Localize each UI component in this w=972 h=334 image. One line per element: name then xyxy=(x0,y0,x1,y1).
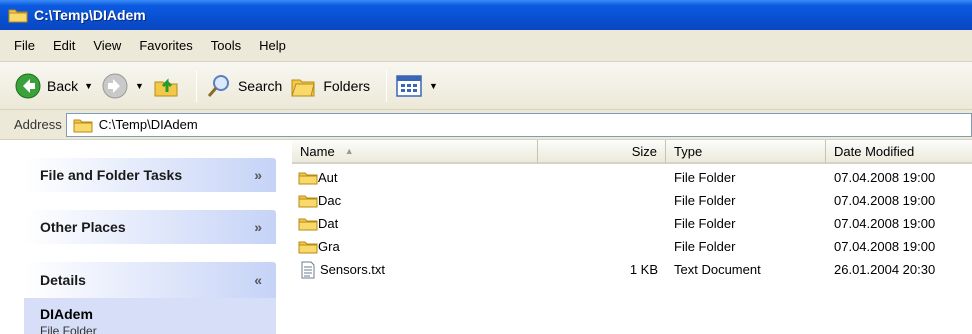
file-type: File Folder xyxy=(674,216,736,231)
file-name: Dat xyxy=(318,216,339,231)
forward-dropdown-icon[interactable]: ▼ xyxy=(135,81,144,91)
search-button[interactable]: Search xyxy=(205,72,282,100)
details-body: DIAdem File Folder xyxy=(24,298,276,334)
file-name: Gra xyxy=(318,239,340,254)
file-date: 07.04.2008 19:00 xyxy=(834,170,936,185)
file-name: Aut xyxy=(318,170,338,185)
folder-icon xyxy=(73,119,93,132)
folders-button[interactable]: Folders xyxy=(290,72,370,100)
file-row[interactable]: Dac File Folder 07.04.2008 19:00 xyxy=(292,189,972,212)
column-type-label: Type xyxy=(674,143,703,159)
expand-chevron-icon[interactable]: » xyxy=(254,167,262,183)
file-row[interactable]: Sensors.txt 1 KB Text Document 26.01.200… xyxy=(292,258,972,281)
window-title: C:\Temp\DIAdem xyxy=(34,7,146,23)
menu-tools[interactable]: Tools xyxy=(211,38,241,53)
views-icon xyxy=(396,74,422,97)
forward-button[interactable]: ▼ xyxy=(101,72,144,100)
file-date: 07.04.2008 19:00 xyxy=(834,216,936,231)
up-folder-button[interactable] xyxy=(152,72,180,100)
expand-chevron-icon[interactable]: » xyxy=(254,219,262,235)
menu-file[interactable]: File xyxy=(14,38,35,53)
file-size: 1 KB xyxy=(629,262,658,277)
panel-title: Other Places xyxy=(40,219,126,235)
panel-details[interactable]: Details « xyxy=(24,262,276,298)
menu-bar: File Edit View Favorites Tools Help xyxy=(0,30,972,62)
up-folder-icon xyxy=(154,77,178,96)
folder-icon xyxy=(298,241,318,253)
menu-view[interactable]: View xyxy=(93,38,121,53)
menu-favorites[interactable]: Favorites xyxy=(139,38,192,53)
column-header-type[interactable]: Type xyxy=(666,140,826,164)
toolbar-separator xyxy=(386,69,388,102)
folder-icon xyxy=(8,9,28,23)
file-size xyxy=(538,235,658,258)
panel-title: File and Folder Tasks xyxy=(40,167,183,183)
menu-edit[interactable]: Edit xyxy=(53,38,75,53)
file-name: Sensors.txt xyxy=(320,262,386,277)
text-file-icon xyxy=(301,261,315,278)
toolbar-separator xyxy=(195,69,197,102)
column-header-date[interactable]: Date Modified xyxy=(826,140,972,164)
back-arrow-icon xyxy=(15,73,41,98)
title-bar[interactable]: C:\Temp\DIAdem xyxy=(0,0,972,30)
back-label: Back xyxy=(47,77,79,94)
views-button[interactable]: ▼ xyxy=(395,74,438,98)
details-type: File Folder xyxy=(40,324,97,334)
collapse-chevron-icon[interactable]: « xyxy=(254,272,262,288)
folders-icon xyxy=(291,79,315,96)
search-label: Search xyxy=(237,77,283,94)
panel-title: Details xyxy=(40,272,86,288)
back-button[interactable]: Back ▼ xyxy=(14,72,93,100)
file-date: 07.04.2008 19:00 xyxy=(834,193,936,208)
views-dropdown-icon[interactable]: ▼ xyxy=(429,81,438,91)
file-row[interactable]: Gra File Folder 07.04.2008 19:00 xyxy=(292,235,972,258)
file-date: 26.01.2004 20:30 xyxy=(834,262,936,277)
address-field[interactable]: C:\Temp\DIAdem xyxy=(65,112,972,137)
file-row[interactable]: Dat File Folder 07.04.2008 19:00 xyxy=(292,212,972,235)
sort-ascending-icon: ▲ xyxy=(344,146,354,156)
column-header-name[interactable]: Name ▲ xyxy=(292,140,538,164)
file-size xyxy=(538,189,658,212)
file-size xyxy=(538,212,658,235)
toolbar: Back ▼ ▼ Search Folders ▼ xyxy=(0,62,972,110)
file-name: Dac xyxy=(318,193,342,208)
column-date-label: Date Modified xyxy=(834,143,915,159)
file-row[interactable]: Aut File Folder 07.04.2008 19:00 xyxy=(292,166,972,189)
forward-arrow-icon xyxy=(102,73,128,98)
folders-label: Folders xyxy=(323,77,371,94)
address-value: C:\Temp\DIAdem xyxy=(98,117,198,132)
column-size-label: Size xyxy=(631,143,657,159)
address-bar: Address C:\Temp\DIAdem xyxy=(0,110,972,140)
panel-other-places[interactable]: Other Places » xyxy=(24,210,276,244)
address-label: Address xyxy=(14,117,62,132)
folder-icon xyxy=(298,218,318,230)
folder-icon xyxy=(298,195,318,207)
file-type: File Folder xyxy=(674,193,736,208)
file-date: 07.04.2008 19:00 xyxy=(834,239,936,254)
file-list: Name ▲ Size Type Date Modified Aut File … xyxy=(292,140,972,334)
column-header-size[interactable]: Size xyxy=(538,140,666,164)
file-type: File Folder xyxy=(674,239,736,254)
search-icon xyxy=(207,74,229,97)
back-dropdown-icon[interactable]: ▼ xyxy=(84,81,93,91)
details-name: DIAdem xyxy=(40,306,93,322)
file-type: File Folder xyxy=(674,170,736,185)
column-name-label: Name xyxy=(300,143,335,159)
folder-icon xyxy=(298,172,318,184)
file-size xyxy=(538,166,658,189)
menu-help[interactable]: Help xyxy=(259,38,286,53)
panel-file-and-folder-tasks[interactable]: File and Folder Tasks » xyxy=(24,158,276,192)
task-pane: File and Folder Tasks » Other Places » D… xyxy=(0,140,292,334)
file-type: Text Document xyxy=(674,262,761,277)
